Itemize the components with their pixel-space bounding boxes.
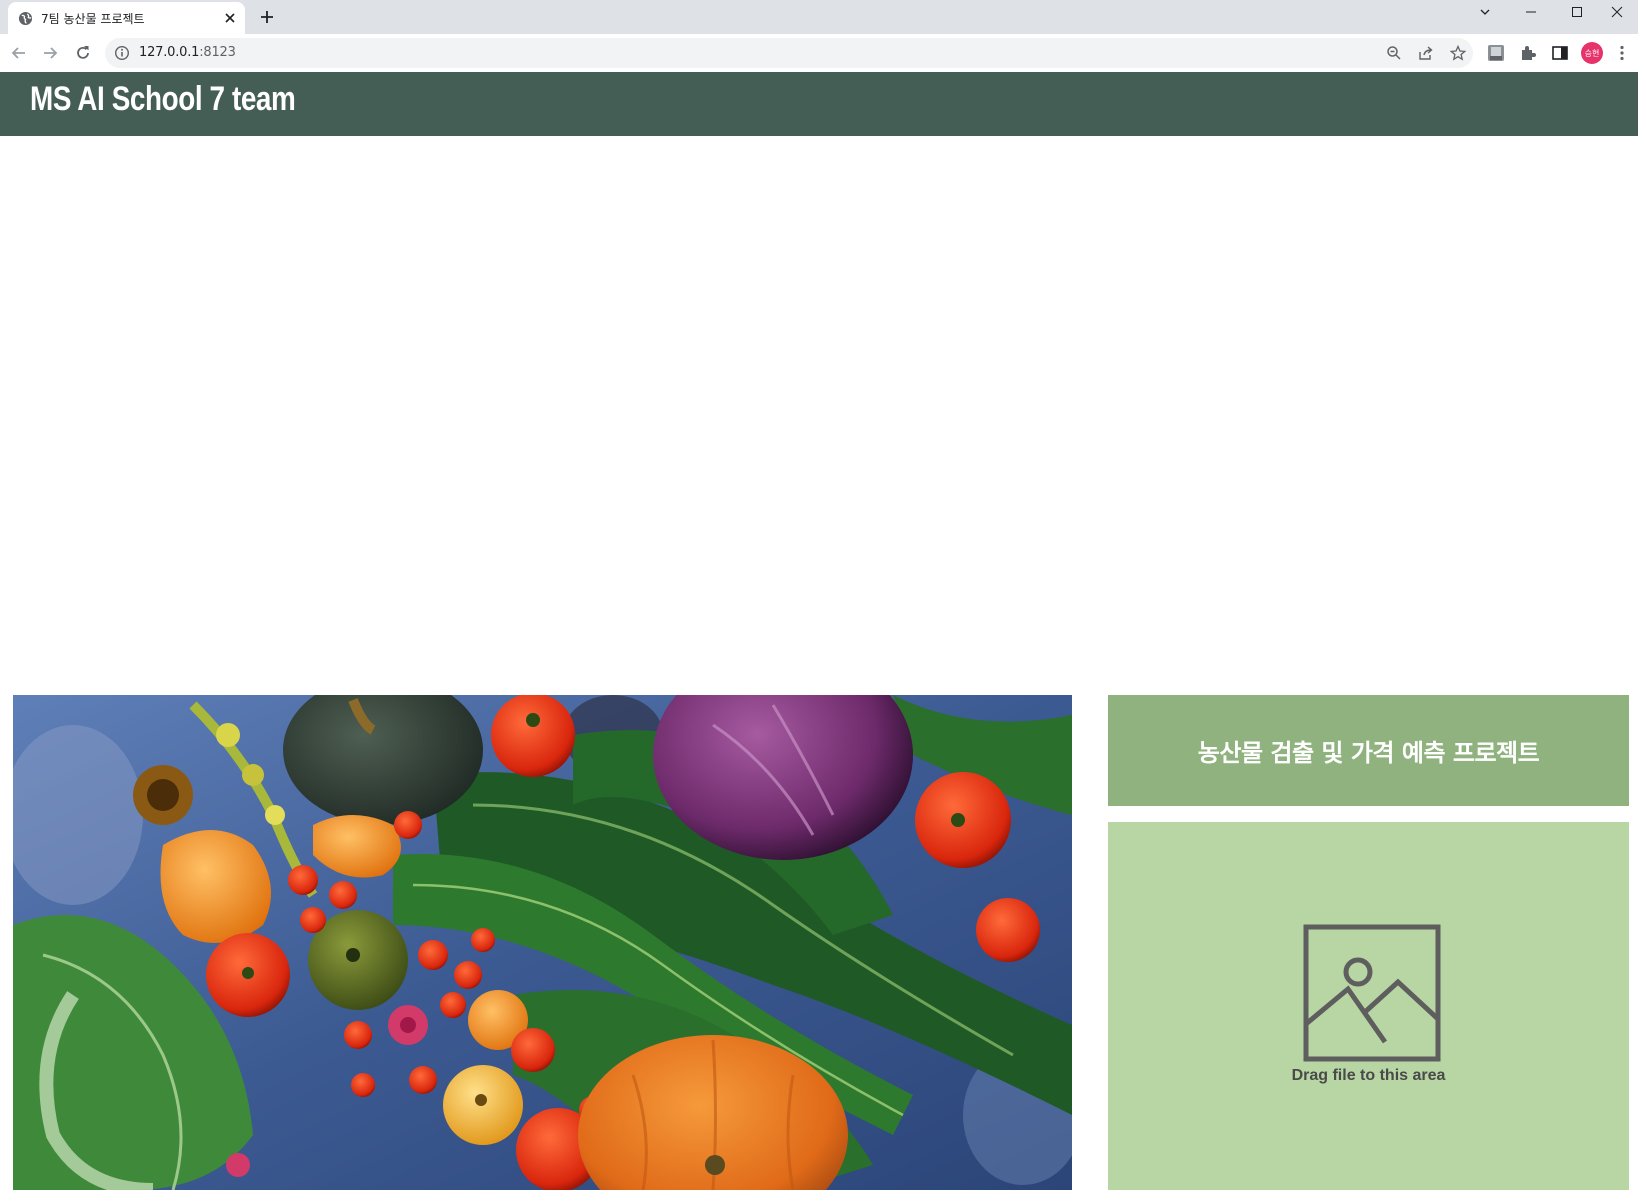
maximize-button[interactable] bbox=[1554, 0, 1600, 24]
back-icon[interactable] bbox=[9, 43, 29, 63]
browser-toolbar: 127.0.0.1:8123 승현 bbox=[0, 34, 1638, 72]
project-title-banner: 농산물 검출 및 가격 예측 프로젝트 bbox=[1108, 695, 1629, 806]
new-tab-icon[interactable] bbox=[259, 9, 275, 25]
profile-avatar[interactable]: 승현 bbox=[1581, 42, 1603, 64]
site-title[interactable]: MS AI School 7 team bbox=[30, 80, 296, 119]
file-dropzone[interactable]: Drag file to this area bbox=[1108, 822, 1629, 1190]
image-placeholder-icon bbox=[1303, 924, 1441, 1062]
more-menu-icon[interactable] bbox=[1612, 43, 1632, 63]
url-text[interactable]: 127.0.0.1:8123 bbox=[139, 45, 236, 60]
hero-vegetables-image bbox=[13, 695, 1072, 1190]
browser-tabstrip: 7팀 농산물 프로젝트 bbox=[0, 0, 1638, 34]
tab-search-button[interactable] bbox=[1462, 0, 1508, 24]
puzzle-icon[interactable] bbox=[1518, 43, 1538, 63]
minimize-button[interactable] bbox=[1508, 0, 1554, 24]
maximize-icon bbox=[1572, 7, 1582, 17]
url-host: 127.0.0.1 bbox=[139, 45, 200, 60]
chevron-down-icon bbox=[1480, 9, 1490, 15]
url-port: :8123 bbox=[199, 45, 236, 60]
forward-icon[interactable] bbox=[40, 43, 60, 63]
dropzone-label: Drag file to this area bbox=[1291, 1067, 1446, 1084]
extension-avatar-icon[interactable] bbox=[1486, 43, 1506, 63]
site-header: MS AI School 7 team bbox=[0, 72, 1638, 136]
minimize-icon bbox=[1526, 11, 1536, 13]
info-icon[interactable] bbox=[114, 45, 130, 61]
globe-icon bbox=[18, 11, 33, 26]
address-bar[interactable]: 127.0.0.1:8123 bbox=[105, 38, 1473, 68]
bookmark-star-icon[interactable] bbox=[1450, 45, 1466, 61]
reload-icon[interactable] bbox=[73, 43, 93, 63]
profile-initials: 승현 bbox=[1584, 48, 1600, 58]
tab-title: 7팀 농산물 프로젝트 bbox=[41, 12, 145, 26]
close-window-button[interactable] bbox=[1596, 0, 1638, 24]
zoom-icon[interactable] bbox=[1386, 45, 1402, 61]
share-icon[interactable] bbox=[1418, 45, 1434, 61]
vegetables-photo bbox=[13, 695, 1072, 1190]
project-title: 농산물 검출 및 가격 예측 프로젝트 bbox=[1197, 739, 1540, 767]
browser-tab[interactable]: 7팀 농산물 프로젝트 bbox=[8, 2, 245, 34]
close-window-icon bbox=[1611, 6, 1623, 18]
close-icon[interactable] bbox=[222, 10, 238, 26]
side-panel-icon[interactable] bbox=[1550, 43, 1570, 63]
